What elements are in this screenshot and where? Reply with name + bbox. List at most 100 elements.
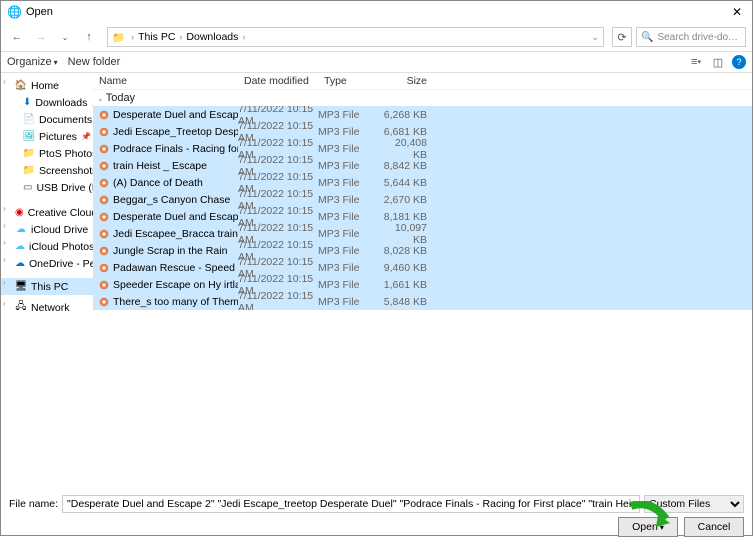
search-input[interactable]: 🔍 Search drive-download-2022... — [636, 27, 746, 47]
sidebar-item-label: USB Drive (H:) — [36, 182, 93, 194]
table-row[interactable]: Speeder Escape on Hy irtlan7/11/2022 10:… — [93, 276, 752, 293]
chevron-right-icon: › — [131, 32, 134, 42]
file-type: MP3 File — [318, 126, 378, 138]
table-row[interactable]: Jedi Escapee_Bracca train chase7/11/2022… — [93, 225, 752, 242]
home-icon: 🏠 — [15, 80, 27, 91]
table-row[interactable]: Padawan Rescue - Speed through Kashyy...… — [93, 259, 752, 276]
sidebar-item[interactable]: ⬇Downloads📌 — [1, 94, 93, 111]
filename-input[interactable] — [62, 495, 640, 513]
col-type[interactable]: Type — [318, 75, 378, 87]
breadcrumb-root[interactable]: This PC — [138, 31, 175, 43]
column-headers[interactable]: Name Date modified Type Size — [93, 73, 752, 90]
table-row[interactable]: There_s too many of Them! (BF Horde)7/11… — [93, 293, 752, 310]
sidebar-item[interactable]: ☁iCloud Drive — [1, 221, 93, 238]
file-size: 20,408 KB — [378, 137, 433, 161]
group-header[interactable]: ⌄Today — [93, 90, 752, 106]
chevron-down-icon[interactable]: ⌄ — [591, 32, 599, 43]
up-button[interactable]: ↑ — [79, 27, 99, 47]
file-size: 5,644 KB — [378, 177, 433, 189]
audio-file-icon — [99, 212, 109, 222]
audio-file-icon — [99, 229, 109, 239]
forward-button[interactable]: → — [31, 27, 51, 47]
chevron-right-icon[interactable]: › — [3, 255, 6, 264]
breadcrumb-folder[interactable]: Downloads — [186, 31, 238, 43]
audio-file-icon — [99, 195, 109, 205]
table-row[interactable]: Desperate Duel and Escape 27/11/2022 10:… — [93, 106, 752, 123]
file-name: There_s too many of Them! (BF Horde) — [113, 296, 238, 308]
file-type: MP3 File — [318, 143, 378, 155]
file-type: MP3 File — [318, 194, 378, 206]
audio-file-icon — [99, 263, 109, 273]
chevron-down-icon: ⌄ — [97, 94, 104, 103]
open-button[interactable]: Open▾ — [618, 517, 678, 537]
audio-file-icon — [99, 297, 109, 307]
folder-icon: 📁 — [23, 148, 35, 159]
folder-icon: 📄 — [23, 114, 35, 125]
back-button[interactable]: ← — [7, 27, 27, 47]
bottom-bar: File name: Custom Files Open▾ Cancel — [1, 491, 752, 535]
folder-icon: 📁 — [112, 31, 125, 44]
sidebar-item[interactable]: ☁iCloud Photos — [1, 238, 93, 255]
preview-pane-button[interactable]: ◫ — [710, 54, 726, 70]
search-placeholder: Search drive-download-2022... — [657, 32, 741, 43]
folder-icon: ⬇ — [23, 97, 31, 108]
chevron-right-icon[interactable]: › — [3, 278, 6, 287]
chevron-right-icon[interactable]: › — [3, 299, 6, 308]
close-icon[interactable]: ✕ — [728, 5, 746, 19]
table-row[interactable]: (A) Dance of Death7/11/2022 10:15 AMMP3 … — [93, 174, 752, 191]
filetype-select[interactable]: Custom Files — [644, 495, 744, 513]
sidebar-item[interactable]: 📄Documents📌 — [1, 111, 93, 128]
col-name[interactable]: Name — [93, 75, 238, 87]
table-row[interactable]: Jungle Scrap in the Rain7/11/2022 10:15 … — [93, 242, 752, 259]
sidebar-item-label: OneDrive - Personal — [29, 258, 93, 270]
sidebar-item[interactable]: ☁ OneDrive - Personal — [1, 255, 93, 272]
file-type: MP3 File — [318, 160, 378, 172]
file-type: MP3 File — [318, 211, 378, 223]
sidebar-item[interactable]: 📁PtoS Photos📌 — [1, 145, 93, 162]
col-date[interactable]: Date modified — [238, 75, 318, 87]
file-size: 8,028 KB — [378, 245, 433, 257]
chevron-right-icon: › — [179, 32, 182, 42]
file-size: 1,661 KB — [378, 279, 433, 291]
sidebar-item-label: iCloud Drive — [31, 224, 88, 236]
sidebar-item[interactable]: ◉Creative Cloud Files — [1, 204, 93, 221]
chevron-right-icon[interactable]: › — [3, 238, 6, 247]
table-row[interactable]: Beggar_s Canyon Chase7/11/2022 10:15 AMM… — [93, 191, 752, 208]
sidebar-item-label: Documents — [39, 114, 92, 126]
pin-icon: 📌 — [81, 132, 91, 141]
chevron-right-icon[interactable]: › — [3, 77, 6, 86]
file-type: MP3 File — [318, 262, 378, 274]
sidebar-item-label: Downloads — [35, 97, 87, 109]
sidebar-item[interactable]: 🖼Pictures📌 — [1, 128, 93, 145]
chevron-right-icon[interactable]: › — [3, 221, 6, 230]
file-name: Beggar_s Canyon Chase — [113, 194, 230, 206]
file-type: MP3 File — [318, 228, 378, 240]
sidebar-item[interactable]: ▭USB Drive (H:)📌 — [1, 179, 93, 196]
newfolder-button[interactable]: New folder — [68, 56, 121, 68]
chevron-right-icon[interactable]: › — [3, 204, 6, 213]
recent-dropdown[interactable]: ⌄ — [55, 27, 75, 47]
audio-file-icon — [99, 161, 109, 171]
cloud-icon: ☁ — [15, 258, 25, 269]
table-row[interactable]: train Heist _ Escape7/11/2022 10:15 AMMP… — [93, 157, 752, 174]
organize-button[interactable]: Organize▾ — [7, 56, 58, 68]
help-button[interactable]: ? — [732, 55, 746, 69]
cloud-icon: ☁ — [15, 241, 25, 252]
sidebar-item[interactable]: 📁Screenshots📌 — [1, 162, 93, 179]
audio-file-icon — [99, 280, 109, 290]
file-name: Padawan Rescue - Speed through Kashyy... — [113, 262, 238, 274]
file-type: MP3 File — [318, 177, 378, 189]
col-size[interactable]: Size — [378, 75, 433, 87]
sidebar-item-home[interactable]: 🏠Home — [1, 77, 93, 94]
refresh-button[interactable]: ⟳ — [612, 27, 632, 47]
view-list-button[interactable]: ≡▾ — [688, 54, 704, 70]
pc-icon: 🖥 — [15, 281, 27, 292]
sidebar-item-thispc[interactable]: 🖥This PC — [1, 278, 93, 295]
breadcrumb[interactable]: 📁 › This PC › Downloads › ⌄ — [107, 27, 604, 47]
table-row[interactable]: Podrace Finals - Racing for First place7… — [93, 140, 752, 157]
cancel-button[interactable]: Cancel — [684, 517, 744, 537]
folder-icon: 🖼 — [23, 131, 35, 142]
sidebar-item-network[interactable]: 🖧Network — [1, 299, 93, 316]
window-title: Open — [26, 6, 53, 18]
file-name: (A) Dance of Death — [113, 177, 203, 189]
